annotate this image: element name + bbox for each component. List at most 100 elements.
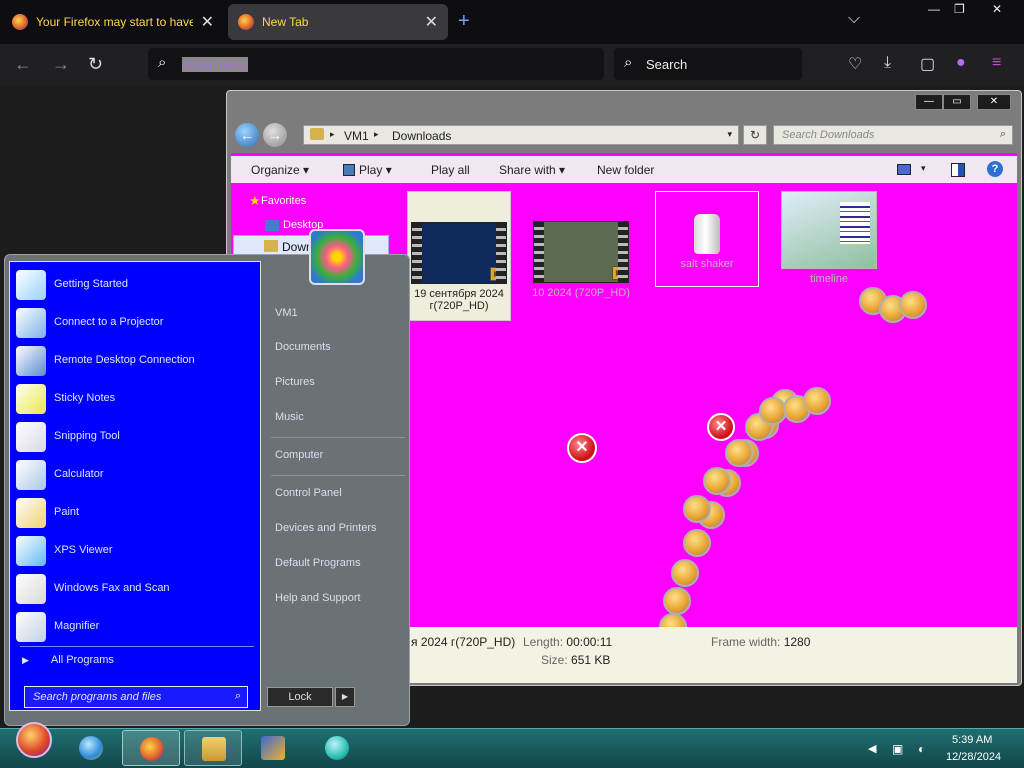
forward-button[interactable]: → (263, 123, 287, 147)
new-tab-button[interactable]: + (458, 10, 470, 33)
error-icon: ✕ (567, 433, 597, 463)
place-documents[interactable]: Documents (275, 341, 331, 353)
reload-button[interactable]: ↻ (88, 54, 103, 75)
maximize-button[interactable]: ▭ (943, 94, 971, 110)
breadcrumb-downloads[interactable]: Downloads (392, 129, 451, 143)
file-item[interactable]: ▶ 19 сентября 2024 г(720P_HD) (407, 191, 511, 321)
media-player-icon (261, 736, 285, 760)
program-sticky-notes[interactable]: Sticky Notes (14, 382, 254, 418)
organize-button[interactable]: Organize ▾ (251, 163, 309, 177)
orb-icon (803, 387, 831, 415)
taskbar-app[interactable] (308, 730, 366, 766)
play-button[interactable]: Play ▾ (343, 163, 392, 177)
play-all-button[interactable]: Play all (431, 163, 470, 177)
chevron-down-icon[interactable]: ▾ (727, 129, 732, 140)
place-vm1[interactable]: VM1 (275, 307, 298, 319)
nav-favorites[interactable]: Favorites (261, 195, 306, 207)
menu-icon[interactable]: ≡ (992, 54, 1001, 72)
pocket-icon[interactable]: ♡ (848, 54, 862, 74)
back-button[interactable]: ← (235, 123, 259, 147)
program-remote-desktop[interactable]: Remote Desktop Connection (14, 344, 254, 380)
clock-time[interactable]: 5:39 AM (952, 734, 992, 746)
remote-desktop-icon (16, 346, 46, 376)
minimize-button[interactable]: — (915, 94, 943, 110)
file-item[interactable]: salt shaker (655, 191, 759, 287)
breadcrumb-vm1[interactable]: VM1 (344, 129, 369, 143)
user-picture[interactable] (309, 229, 365, 285)
minimize-button[interactable]: — (928, 2, 940, 16)
program-connect-projector[interactable]: Connect to a Projector (14, 306, 254, 342)
search-icon: ⌕ (624, 54, 633, 71)
taskbar-windows-explorer[interactable] (184, 730, 242, 766)
new-folder-button[interactable]: New folder (597, 163, 654, 177)
network-icon[interactable]: ▣ (892, 742, 903, 756)
restore-button[interactable]: ❐ (954, 2, 965, 16)
url-bar[interactable]: ⌕ about:newt (148, 48, 604, 80)
taskbar-internet-explorer[interactable] (62, 730, 120, 766)
chevron-right-icon[interactable]: ▸ (330, 129, 335, 140)
clock-date[interactable]: 12/28/2024 (946, 751, 1001, 763)
file-name: salt shaker (680, 258, 734, 270)
search-placeholder: Search Downloads (782, 129, 875, 141)
taskbar-firefox[interactable] (122, 730, 180, 766)
show-hidden-icons-button[interactable]: ◀ (868, 742, 876, 755)
folder-icon (264, 240, 278, 252)
tab-new-tab[interactable]: New Tab ✕ (228, 4, 448, 40)
shutdown-options-button[interactable]: ▶ (335, 687, 355, 707)
all-programs-button[interactable]: ▶ All Programs (22, 654, 114, 666)
program-getting-started[interactable]: Getting Started (14, 268, 254, 304)
search-box[interactable]: ⌕ Search (614, 48, 802, 80)
share-with-button[interactable]: Share with ▾ (499, 163, 565, 177)
start-button[interactable] (16, 722, 52, 758)
start-menu: Getting Started Connect to a Projector R… (4, 229, 410, 726)
close-window-button[interactable]: ✕ (992, 2, 1002, 16)
program-calculator[interactable]: Calculator (14, 458, 254, 494)
preview-pane-icon[interactable] (951, 163, 965, 177)
extension-icon[interactable]: ▢ (920, 54, 935, 74)
place-computer[interactable]: Computer (275, 449, 323, 461)
program-paint[interactable]: Paint (14, 496, 254, 532)
refresh-button[interactable]: ↻ (743, 125, 767, 145)
address-bar[interactable]: ▸ VM1 ▸ Downloads ▾ (303, 125, 739, 145)
volume-icon[interactable]: ◐ (918, 742, 925, 756)
detail-size: Size: 651 KB (541, 653, 611, 667)
document-thumbnail (781, 191, 877, 269)
account-icon[interactable]: ● (956, 54, 966, 72)
program-snipping-tool[interactable]: Snipping Tool (14, 420, 254, 456)
file-name: 10 2024 (720P_HD) (532, 287, 630, 299)
taskbar-media-player[interactable] (244, 730, 302, 766)
firefox-icon (238, 14, 254, 30)
program-fax-scan[interactable]: Windows Fax and Scan (14, 572, 254, 608)
place-control-panel[interactable]: Control Panel (275, 487, 342, 499)
program-xps-viewer[interactable]: XPS Viewer (14, 534, 254, 570)
forward-button[interactable]: → (52, 54, 70, 75)
file-item[interactable]: timeline (777, 191, 881, 285)
file-item[interactable]: ▶ 10 2024 (720P_HD) (529, 191, 633, 299)
desktop-icon (265, 220, 279, 231)
lock-button[interactable]: Lock (267, 687, 333, 707)
start-search-input[interactable]: Search programs and files ⌕ (24, 686, 248, 708)
search-downloads-input[interactable]: Search Downloads ⌕ (773, 125, 1013, 145)
calculator-icon (16, 460, 46, 490)
back-button[interactable]: ← (14, 54, 32, 75)
program-magnifier[interactable]: Magnifier (14, 610, 254, 646)
close-window-button[interactable]: ✕ (977, 94, 1011, 110)
place-default-programs[interactable]: Default Programs (275, 557, 361, 569)
place-music[interactable]: Music (275, 411, 304, 423)
magnifier-icon (16, 612, 46, 642)
list-tabs-button[interactable]: ⌵ (848, 10, 860, 28)
download-icon[interactable]: ⤓ (884, 54, 891, 72)
place-devices-printers[interactable]: Devices and Printers (275, 522, 377, 534)
tab-firefox-update[interactable]: Your Firefox may start to have p ✕ (2, 4, 224, 40)
place-pictures[interactable]: Pictures (275, 376, 315, 388)
close-tab-icon[interactable]: ✕ (425, 12, 438, 32)
chevron-down-icon[interactable]: ▾ (921, 163, 926, 174)
url-input[interactable]: about:newt (182, 57, 248, 72)
help-icon[interactable]: ? (987, 161, 1003, 177)
chevron-right-icon[interactable]: ▸ (374, 129, 379, 140)
firefox-icon (12, 14, 28, 30)
orb-icon (663, 587, 691, 615)
close-tab-icon[interactable]: ✕ (201, 12, 214, 32)
place-help-support[interactable]: Help and Support (275, 592, 361, 604)
change-view-icon[interactable] (897, 164, 911, 175)
